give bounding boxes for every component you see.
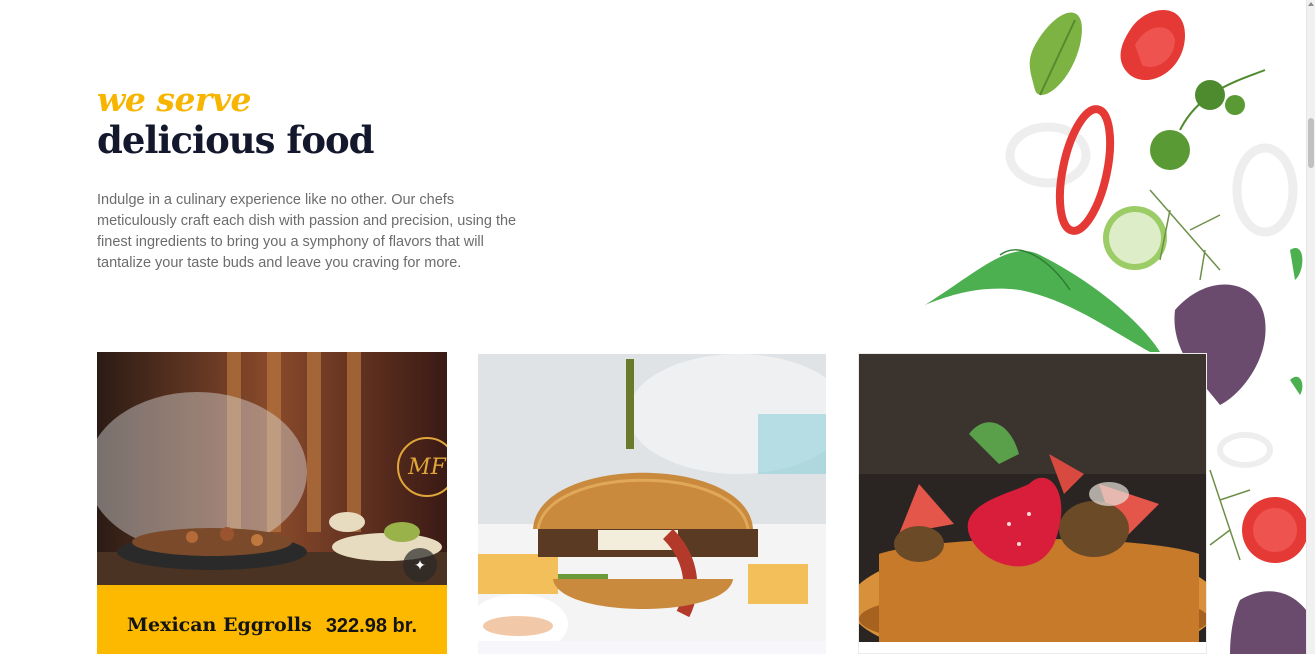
card-footer	[478, 641, 826, 654]
hero-headline: delicious food	[97, 118, 375, 162]
menu-card-pancakes[interactable]	[858, 353, 1207, 654]
hero-intro: Indulge in a culinary experience like no…	[97, 192, 517, 271]
magic-wand-icon[interactable]: ✦	[403, 548, 437, 582]
menu-card-info-bar: Mexican Eggrolls 322.98 br.	[97, 585, 447, 654]
scroll-up-arrow-icon[interactable]	[1308, 2, 1314, 6]
fajita-platter-image	[97, 352, 447, 585]
menu-item-price: 322.98 br.	[325, 615, 417, 637]
hero-eyebrow: we serve	[97, 80, 252, 119]
hero-section: we serve delicious food Indulge in a cul…	[97, 78, 547, 274]
menu-item-name: Mexican Eggrolls	[127, 613, 312, 636]
menu-card-mexican-eggrolls[interactable]: MF ✦ Mexican Eggrolls 322.98 br.	[97, 352, 447, 654]
card-footer	[859, 642, 1206, 653]
pancakes-dessert-image	[859, 354, 1206, 642]
bacon-burger-image	[478, 354, 826, 641]
page-scrollbar[interactable]	[1306, 0, 1315, 654]
scroll-thumb[interactable]	[1308, 118, 1314, 168]
menu-card-burger[interactable]	[478, 354, 826, 654]
